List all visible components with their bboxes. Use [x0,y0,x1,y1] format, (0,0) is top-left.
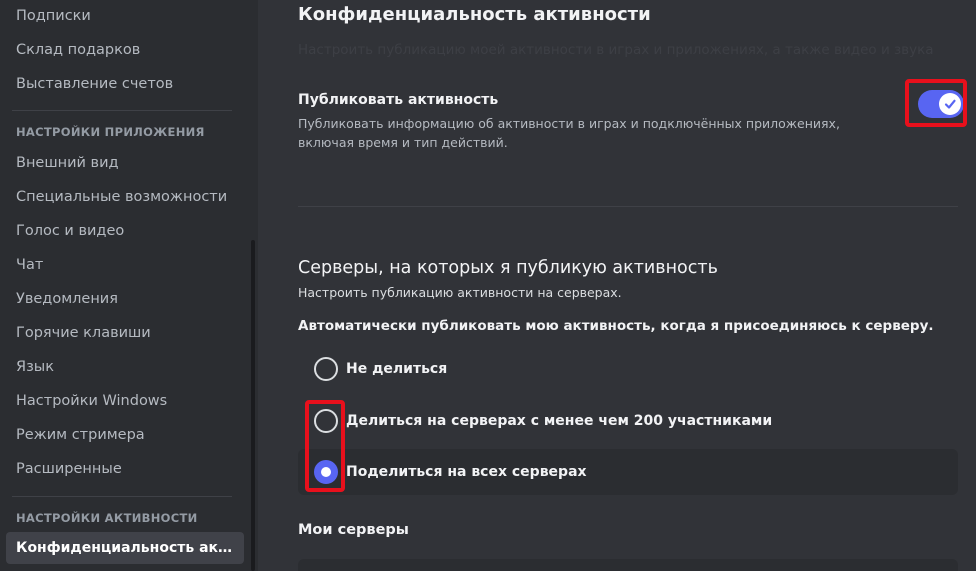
sidebar-item-label: Чат [16,257,44,273]
page-title: Конфиденциальность активности [298,4,651,25]
sidebar-item-advanced[interactable]: Расширенные [6,453,244,485]
sidebar-item-label: Выставление счетов [16,76,174,92]
sidebar-item-accessibility[interactable]: Специальные возможности [6,181,244,213]
sidebar-item-chat[interactable]: Чат [6,249,244,281]
auto-share-question: Автоматически публиковать мою активность… [298,318,934,334]
radio-label: Не делиться [346,361,448,377]
toggle-highlight-box [905,79,967,127]
sidebar-item-gift-inventory[interactable]: Склад подарков [6,34,244,66]
section-divider [298,206,958,207]
sidebar-item-voice-video[interactable]: Голос и видео [6,215,244,247]
publish-activity-description: Публиковать информацию об активности в и… [298,116,840,150]
sidebar-header-app-settings: НАСТРОЙКИ ПРИЛОЖЕНИЯ [16,125,205,139]
sidebar-item-label: Горячие клавиши [16,325,151,341]
settings-sidebar: Подписки Склад подарков Выставление счет… [0,0,258,571]
sidebar-item-activity-privacy[interactable]: Конфиденциальность активности [6,532,244,564]
sidebar-item-label: Расширенные [16,461,122,477]
sidebar-item-keybinds[interactable]: Горячие клавиши [6,317,244,349]
radio-button[interactable] [314,357,338,381]
sidebar-item-label: Конфиденциальность активности [16,540,238,556]
my-servers-list[interactable] [298,559,958,571]
radio-option-share-small-servers[interactable]: Делиться на серверах с менее чем 200 уча… [298,398,958,444]
servers-section-description: Настроить публикацию активности на серве… [298,285,622,300]
sidebar-item-label: Склад подарков [16,42,141,58]
sidebar-item-appearance[interactable]: Внешний вид [6,147,244,179]
sidebar-item-label: Настройки Windows [16,393,168,409]
publish-activity-title: Публиковать активность [298,92,499,108]
sidebar-header-activity-settings: НАСТРОЙКИ АКТИВНОСТИ [16,511,198,525]
radio-label: Поделиться на всех серверах [346,464,587,480]
radio-highlight-box [305,400,345,492]
sidebar-item-label: Режим стримера [16,427,145,443]
sidebar-item-label: Уведомления [16,291,118,307]
radio-option-dont-share[interactable]: Не делиться [298,346,958,392]
settings-content: Конфиденциальность активности Настроить … [258,0,976,571]
servers-section-title: Серверы, на которых я публикую активност… [298,258,718,278]
sidebar-scrollbar[interactable] [251,240,255,571]
sidebar-item-language[interactable]: Язык [6,351,244,383]
sidebar-item-label: Специальные возможности [16,189,228,205]
sidebar-item-label: Внешний вид [16,155,119,171]
sidebar-item-label: Язык [16,359,54,375]
sidebar-item-notifications[interactable]: Уведомления [6,283,244,315]
sidebar-item-windows-settings[interactable]: Настройки Windows [6,385,244,417]
radio-option-share-all-servers[interactable]: Поделиться на всех серверах [298,449,958,495]
sidebar-item-billing[interactable]: Выставление счетов [6,68,244,100]
my-servers-title: Мои серверы [298,522,409,538]
sidebar-divider [12,496,232,497]
page-subtitle: Настроить публикацию моей активности в и… [298,42,934,58]
sidebar-item-label: Подписки [16,8,91,24]
sidebar-item-streamer-mode[interactable]: Режим стримера [6,419,244,451]
radio-label: Делиться на серверах с менее чем 200 уча… [346,413,773,429]
sidebar-item-subscriptions[interactable]: Подписки [6,0,244,32]
sidebar-divider [12,110,232,111]
sidebar-item-label: Голос и видео [16,223,125,239]
